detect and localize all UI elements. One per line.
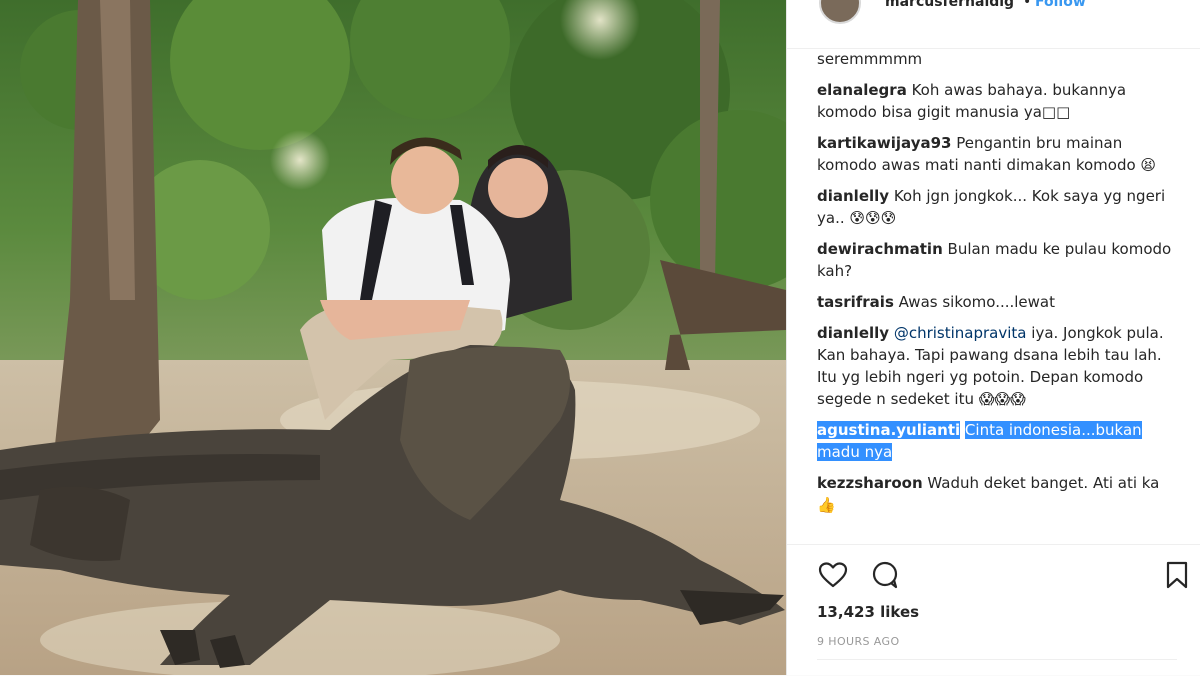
post-actions: 13,423 likes 9 HOURS AGO xyxy=(787,544,1200,676)
comment: dianlelly Koh jgn jongkok... Kok saya yg… xyxy=(817,185,1177,229)
komodo-photo-illustration xyxy=(0,0,786,675)
comment-text: seremmmmm xyxy=(817,50,923,68)
comment-username[interactable]: kezzsharoon xyxy=(817,474,923,492)
post-author-username[interactable]: marcusfernaldig xyxy=(885,0,1014,10)
comment-button[interactable] xyxy=(869,559,901,591)
post-timestamp: 9 HOURS AGO xyxy=(817,635,900,648)
comment-username[interactable]: dewirachmatin xyxy=(817,240,943,258)
post-sidebar: marcusfernaldig • Follow seremmmmm elana… xyxy=(786,0,1200,675)
divider xyxy=(817,659,1177,660)
comment-username[interactable]: elanalegra xyxy=(817,81,907,99)
comment: elanalegra Koh awas bahaya. bukannya kom… xyxy=(817,79,1177,123)
comment: kartikawijaya93 Pengantin bru mainan kom… xyxy=(817,132,1177,176)
post-header: marcusfernaldig • Follow xyxy=(787,0,1200,49)
post-photo xyxy=(0,0,786,675)
comment-list[interactable]: seremmmmm elanalegra Koh awas bahaya. bu… xyxy=(817,48,1177,544)
comment-username[interactable]: dianlelly xyxy=(817,324,889,342)
like-button[interactable] xyxy=(817,559,849,591)
comment-mention-link[interactable]: @christinapravita xyxy=(894,324,1027,342)
save-button[interactable] xyxy=(1161,559,1193,591)
comment-icon xyxy=(872,561,898,589)
avatar[interactable] xyxy=(819,0,861,24)
header-separator: • xyxy=(1023,0,1032,10)
comment: tasrifrais Awas sikomo....lewat xyxy=(817,291,1177,313)
comment-text: Awas sikomo....lewat xyxy=(898,293,1055,311)
comment-username[interactable]: dianlelly xyxy=(817,187,889,205)
comment-username[interactable]: kartikawijaya93 xyxy=(817,134,951,152)
comment: seremmmmm xyxy=(817,48,1177,70)
bookmark-icon xyxy=(1166,561,1188,589)
comment-username[interactable]: tasrifrais xyxy=(817,293,894,311)
comment: dewirachmatin Bulan madu ke pulau komodo… xyxy=(817,238,1177,282)
comment-selected: agustina.yulianti Cinta indonesia...buka… xyxy=(817,419,1177,463)
follow-button[interactable]: Follow xyxy=(1035,0,1086,10)
likes-count[interactable]: 13,423 likes xyxy=(817,603,919,621)
comment: kezzsharoon Waduh deket banget. Ati ati … xyxy=(817,472,1177,516)
comment: dianlelly @christinapravita iya. Jongkok… xyxy=(817,322,1177,410)
comment-username[interactable]: agustina.yulianti xyxy=(817,421,961,439)
heart-icon xyxy=(818,562,848,588)
